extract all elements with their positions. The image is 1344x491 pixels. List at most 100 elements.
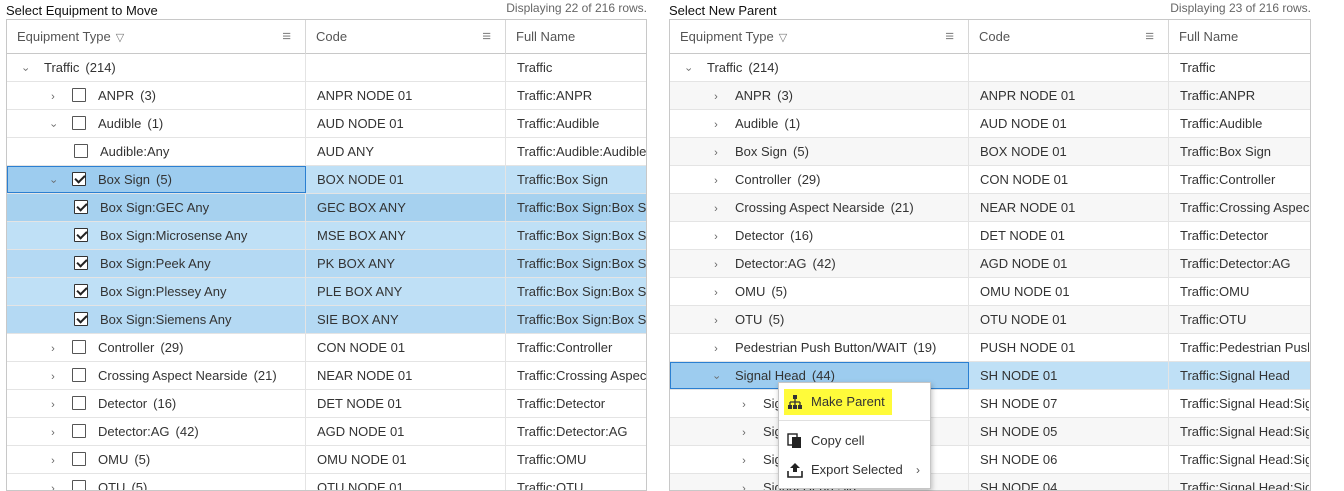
full-name-cell[interactable]: Traffic:Box Sign <box>506 166 646 193</box>
expand-chevron-icon[interactable]: › <box>46 364 60 389</box>
expand-chevron-icon[interactable]: › <box>709 168 723 193</box>
full-name-cell[interactable]: Traffic:Detector:AG <box>506 418 646 445</box>
code-cell[interactable]: NEAR NODE 01 <box>969 194 1169 221</box>
full-name-cell[interactable]: Traffic:OMU <box>506 446 646 473</box>
equipment-type-cell[interactable]: Box Sign:Microsense Any <box>7 222 306 249</box>
full-name-cell[interactable]: Traffic <box>506 54 646 81</box>
full-name-cell[interactable]: Traffic:Signal Head:Signal Head:Sig <box>1169 474 1309 490</box>
equipment-type-cell[interactable]: › Detector:AG (42) <box>7 418 306 445</box>
row-checkbox[interactable] <box>74 200 88 214</box>
table-row[interactable]: Box Sign:Peek Any PK BOX ANY Traffic:Box S… <box>7 250 646 278</box>
table-row[interactable]: › Crossing Aspect Nearside (21) NEAR NODE 0… <box>670 194 1310 222</box>
column-header-code[interactable]: Code ≡ <box>969 20 1169 54</box>
full-name-cell[interactable]: Traffic:Signal Head:Signal Head:Sig <box>1169 446 1309 473</box>
code-cell[interactable] <box>306 54 506 81</box>
column-menu-icon[interactable]: ≡ <box>945 20 954 54</box>
full-name-cell[interactable]: Traffic:Box Sign:Box Sign:Siemens Any <box>506 306 646 333</box>
table-row[interactable]: Audible:Any AUD ANY Traffic:Audible:Audibl… <box>7 138 646 166</box>
expand-chevron-icon[interactable]: › <box>737 420 751 445</box>
row-checkbox[interactable] <box>74 284 88 298</box>
full-name-cell[interactable]: Traffic:Audible <box>1169 110 1309 137</box>
expand-chevron-icon[interactable]: › <box>709 252 723 277</box>
table-row[interactable]: › Pedestrian Push Button/WAIT (19) PUSH NOD… <box>670 334 1310 362</box>
equipment-type-cell[interactable]: Audible:Any <box>7 138 306 165</box>
table-row[interactable]: › Signal Head (44) SH NODE 01 Traffic:Signal… <box>670 362 1310 390</box>
equipment-type-cell[interactable]: › Detector (16) <box>7 390 306 417</box>
collapse-chevron-icon[interactable]: › <box>40 119 67 133</box>
full-name-cell[interactable]: Traffic:Audible <box>506 110 646 137</box>
table-row[interactable]: › Audible (1) AUD NODE 01 Traffic:Audible <box>670 110 1310 138</box>
equipment-type-cell[interactable]: Box Sign:Peek Any <box>7 250 306 277</box>
code-cell[interactable]: AGD NODE 01 <box>969 250 1169 277</box>
full-name-cell[interactable]: Traffic:Audible:Audible:Any <box>506 138 646 165</box>
code-cell[interactable]: NEAR NODE 01 <box>306 362 506 389</box>
equipment-type-cell[interactable]: Box Sign:Plessey Any <box>7 278 306 305</box>
row-checkbox[interactable] <box>74 228 88 242</box>
code-cell[interactable]: OTU NODE 01 <box>969 306 1169 333</box>
make-parent-menu-item[interactable]: Make Parent <box>784 389 892 415</box>
table-row[interactable]: › Traffic (214) Traffic <box>670 54 1310 82</box>
table-row[interactable]: Box Sign:Plessey Any PLE BOX ANY Traffic:B… <box>7 278 646 306</box>
full-name-cell[interactable]: Traffic:OTU <box>506 474 646 490</box>
expand-chevron-icon[interactable]: › <box>709 308 723 333</box>
full-name-cell[interactable]: Traffic:Crossing Aspect Nearside <box>506 362 646 389</box>
table-row[interactable]: › Controller (29) CON NODE 01 Traffic:Contro… <box>670 166 1310 194</box>
expand-chevron-icon[interactable]: › <box>737 392 751 417</box>
full-name-cell[interactable]: Traffic:Controller <box>1169 166 1309 193</box>
filter-icon[interactable]: ▽ <box>779 21 787 54</box>
expand-chevron-icon[interactable]: › <box>709 224 723 249</box>
code-cell[interactable]: ANPR NODE 01 <box>306 82 506 109</box>
table-row[interactable]: › Detector (16) DET NODE 01 Traffic:Detector <box>670 222 1310 250</box>
table-row[interactable]: ›Signal Head:SigSH NODE 06Traffic:Signal… <box>670 446 1310 474</box>
expand-chevron-icon[interactable]: › <box>709 84 723 109</box>
expand-chevron-icon[interactable]: › <box>737 448 751 473</box>
code-cell[interactable]: SIE BOX ANY <box>306 306 506 333</box>
code-cell[interactable]: CON NODE 01 <box>306 334 506 361</box>
row-checkbox[interactable] <box>72 172 86 186</box>
full-name-cell[interactable]: Traffic <box>1169 54 1309 81</box>
row-checkbox[interactable] <box>72 340 86 354</box>
code-cell[interactable]: DET NODE 01 <box>306 390 506 417</box>
full-name-cell[interactable]: Traffic:Signal Head:Signal Head:Sig <box>1169 390 1309 417</box>
equipment-type-cell[interactable]: › OMU (5) <box>7 446 306 473</box>
equipment-type-cell[interactable]: › Crossing Aspect Nearside (21) <box>7 362 306 389</box>
row-checkbox[interactable] <box>74 144 88 158</box>
table-row[interactable]: ›Signal Head:SigSH NODE 07Traffic:Signal… <box>670 390 1310 418</box>
row-checkbox[interactable] <box>72 116 86 130</box>
full-name-cell[interactable]: Traffic:Crossing Aspect Nearside <box>1169 194 1309 221</box>
code-cell[interactable]: CON NODE 01 <box>969 166 1169 193</box>
table-row[interactable]: › Box Sign (5) BOX NODE 01 Traffic:Box Sign <box>670 138 1310 166</box>
code-cell[interactable]: SH NODE 07 <box>969 390 1169 417</box>
equipment-type-cell[interactable]: › Traffic (214) <box>670 54 969 81</box>
full-name-cell[interactable]: Traffic:Detector <box>1169 222 1309 249</box>
column-header-equipment-type[interactable]: Equipment Type ▽ ≡ <box>670 20 969 54</box>
code-cell[interactable]: SH NODE 06 <box>969 446 1169 473</box>
code-cell[interactable]: OTU NODE 01 <box>306 474 506 490</box>
equipment-type-cell[interactable]: › OTU (5) <box>7 474 306 490</box>
row-checkbox[interactable] <box>72 396 86 410</box>
equipment-type-cell[interactable]: › Detector:AG (42) <box>670 250 969 277</box>
full-name-cell[interactable]: Traffic:Box Sign:Box Sign:GEC Any <box>506 194 646 221</box>
equipment-type-cell[interactable]: Box Sign:GEC Any <box>7 194 306 221</box>
equipment-type-cell[interactable]: › OTU (5) <box>670 306 969 333</box>
row-checkbox[interactable] <box>72 368 86 382</box>
filter-icon[interactable]: ▽ <box>116 21 124 54</box>
equipment-type-cell[interactable]: Box Sign:Siemens Any <box>7 306 306 333</box>
full-name-cell[interactable]: Traffic:Box Sign:Box Sign:Plessey Any <box>506 278 646 305</box>
expand-chevron-icon[interactable]: › <box>737 476 751 490</box>
column-header-code[interactable]: Code ≡ <box>306 20 506 54</box>
equipment-type-cell[interactable]: › Traffic (214) <box>7 54 306 81</box>
equipment-type-cell[interactable]: › ANPR (3) <box>7 82 306 109</box>
table-row[interactable]: › Crossing Aspect Nearside (21) NEAR NODE 0… <box>7 362 646 390</box>
equipment-type-cell[interactable]: › Audible (1) <box>670 110 969 137</box>
code-cell[interactable]: AGD NODE 01 <box>306 418 506 445</box>
code-cell[interactable] <box>969 54 1169 81</box>
column-header-full-name[interactable]: Full Name <box>506 20 646 54</box>
full-name-cell[interactable]: Traffic:Detector:AG <box>1169 250 1309 277</box>
code-cell[interactable]: SH NODE 04 <box>969 474 1169 490</box>
expand-chevron-icon[interactable]: › <box>709 140 723 165</box>
row-checkbox[interactable] <box>74 256 88 270</box>
expand-chevron-icon[interactable]: › <box>709 112 723 137</box>
full-name-cell[interactable]: Traffic:ANPR <box>1169 82 1309 109</box>
expand-chevron-icon[interactable]: › <box>46 392 60 417</box>
